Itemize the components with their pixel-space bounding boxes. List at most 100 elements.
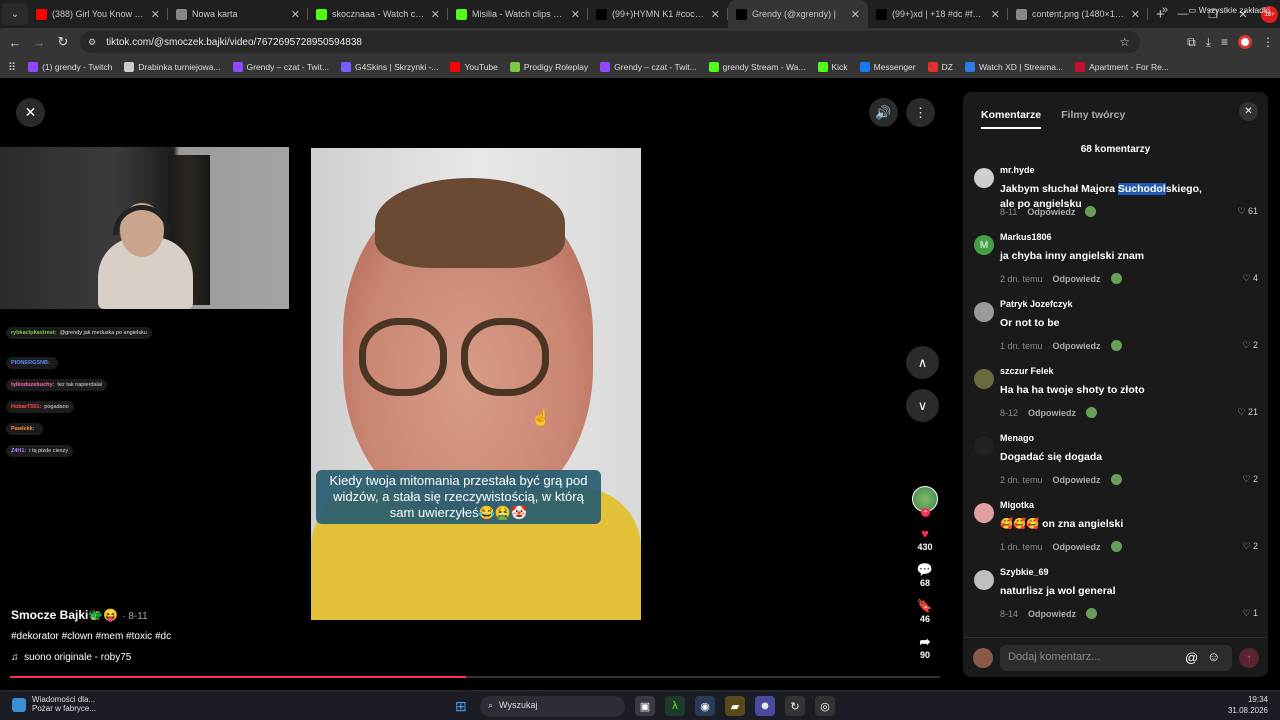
taskbar-search[interactable]: ⌕ Wyszukaj — [480, 696, 625, 717]
close-tab-icon[interactable]: ✕ — [991, 8, 1000, 21]
comment-action[interactable]: 💬 68 — [917, 562, 933, 588]
close-tab-icon[interactable]: ✕ — [291, 8, 300, 21]
commenter-name[interactable]: mr.hyde — [1000, 165, 1035, 175]
browser-tab[interactable]: (99+)HYMN K1 #cocorp #... ✕ — [588, 0, 728, 28]
extensions-icon[interactable]: ⧉ — [1187, 35, 1196, 50]
like-action[interactable]: ♥ 430 — [917, 526, 932, 552]
volume-button[interactable]: 🔊 — [869, 98, 898, 127]
browser-tab[interactable]: Misilia - Watch clips on Ki... ✕ — [448, 0, 588, 28]
comment-like[interactable]: ♡ 1 — [1242, 608, 1258, 619]
mention-icon[interactable]: @ — [1185, 650, 1198, 665]
commenter-name[interactable]: Patryk Jozefczyk — [1000, 299, 1073, 309]
comment-like[interactable]: ♡ 61 — [1237, 206, 1258, 217]
browser-tab[interactable]: skocznaaa - Watch clips o... ✕ — [308, 0, 448, 28]
tab-creator-videos[interactable]: Filmy twórcy — [1061, 109, 1125, 129]
heart-icon[interactable]: ♥ — [921, 526, 929, 542]
profile-avatar[interactable] — [1238, 35, 1252, 49]
reply-button[interactable]: Odpowiedz — [1028, 408, 1076, 418]
close-video-button[interactable]: ✕ — [16, 98, 45, 127]
commenter-avatar[interactable] — [974, 369, 994, 389]
download-icon[interactable]: ⤓ — [1206, 35, 1211, 50]
heart-outline-icon[interactable]: ♡ — [1237, 206, 1248, 216]
site-info-icon[interactable]: ⚙ — [88, 37, 96, 48]
heart-outline-icon[interactable]: ♡ — [1242, 273, 1253, 283]
more-options-button[interactable]: ⋮ — [906, 98, 935, 127]
comment-icon[interactable]: 💬 — [917, 562, 933, 578]
bookmark-item[interactable]: Watch XD | Streama... — [964, 62, 1063, 72]
tab-list-button[interactable]: ⌄ — [2, 3, 28, 25]
commenter-name[interactable]: szczur Felek — [1000, 366, 1054, 376]
close-tab-icon[interactable]: ✕ — [711, 8, 720, 21]
browser-tab[interactable]: content.png (1480×1063) ✕ — [1008, 0, 1148, 28]
tab-comments[interactable]: Komentarze — [981, 109, 1042, 129]
windows-start-icon[interactable]: ⊞ — [455, 698, 467, 715]
previous-video-button[interactable]: ∧ — [906, 346, 939, 379]
music-title[interactable]: suono originale - roby75 — [24, 652, 131, 663]
comment-like[interactable]: ♡ 21 — [1237, 407, 1258, 418]
hashtags[interactable]: #dekorator #clown #mem #toxic #dc — [11, 631, 611, 642]
bookmark-item[interactable]: Kick — [817, 62, 848, 72]
app-icon[interactable]: λ — [665, 696, 685, 716]
more-bookmarks-icon[interactable]: » — [1162, 4, 1168, 16]
bookmark-item[interactable]: DZ — [927, 62, 953, 72]
browser-tab[interactable]: Grendy (@xgrendy) | ✕ — [728, 0, 868, 28]
close-tab-icon[interactable]: ✕ — [151, 8, 160, 21]
commenter-name[interactable]: Migotka — [1000, 500, 1034, 510]
heart-outline-icon[interactable]: ♡ — [1242, 474, 1253, 484]
heart-outline-icon[interactable]: ♡ — [1237, 407, 1248, 417]
reply-button[interactable]: Odpowiedz — [1053, 542, 1101, 552]
commenter-name[interactable]: Szybkie_69 — [1000, 567, 1049, 577]
app-icon-3[interactable]: ◎ — [815, 696, 835, 716]
send-icon[interactable]: ↑ — [1239, 648, 1259, 668]
commenter-avatar[interactable] — [974, 570, 994, 590]
video-progress-bar[interactable] — [10, 676, 940, 678]
bookmark-item[interactable]: G4Skins | Skrzynki -... — [341, 62, 438, 72]
bookmark-item[interactable]: Grendy – czat - Twit... — [232, 62, 329, 72]
all-bookmarks-folder[interactable]: ▭ Wszystkie zakładki — [1188, 5, 1270, 16]
reply-button[interactable]: Odpowiedz — [1028, 609, 1076, 619]
commenter-avatar[interactable] — [974, 168, 994, 188]
bookmark-item[interactable]: (1) grendy - Twitch — [28, 62, 112, 72]
emoji-icon[interactable]: ☺ — [1207, 649, 1220, 664]
bookmark-item[interactable]: Messenger — [859, 62, 916, 72]
file-explorer-icon[interactable]: ▰ — [725, 696, 745, 716]
bookmark-item[interactable]: Grendy – czat - Twit... — [600, 62, 697, 72]
commenter-avatar[interactable]: M — [974, 235, 994, 255]
commenter-name[interactable]: Markus1806 — [1000, 232, 1052, 242]
commenter-name[interactable]: Menago — [1000, 433, 1034, 443]
share-icon[interactable]: ➦ — [920, 634, 931, 650]
share-action[interactable]: ➦ 90 — [920, 634, 931, 660]
chrome-icon[interactable]: ◉ — [695, 696, 715, 716]
browser-tab[interactable]: (388) Girl You Know Its Tr... ✕ — [28, 0, 168, 28]
reload-icon[interactable]: ↻ — [51, 34, 75, 50]
back-arrow-icon[interactable]: ← — [3, 35, 27, 50]
commenter-avatar[interactable] — [974, 302, 994, 322]
menu-icon[interactable]: ⋮ — [1262, 35, 1274, 49]
bookmark-item[interactable]: Drabinka turniejowa... — [124, 62, 221, 72]
bookmark-item[interactable]: Apartment - For Re... — [1075, 62, 1169, 72]
bookmark-item[interactable]: Prodigy Roleplay — [509, 62, 588, 72]
bookmark-item[interactable]: grendy Stream - Wa... — [708, 62, 806, 72]
close-tab-icon[interactable]: ✕ — [851, 8, 860, 21]
discord-icon[interactable]: ☻ — [755, 696, 775, 716]
forward-arrow-icon[interactable]: → — [27, 35, 51, 50]
reply-button[interactable]: Odpowiedz — [1027, 207, 1075, 217]
comment-like[interactable]: ♡ 4 — [1242, 273, 1258, 284]
address-bar[interactable]: ⚙ tiktok.com/@smoczek.bajki/video/767269… — [80, 31, 1140, 53]
close-tab-icon[interactable]: ✕ — [1131, 8, 1140, 21]
reply-button[interactable]: Odpowiedz — [1053, 274, 1101, 284]
close-tab-icon[interactable]: ✕ — [431, 8, 440, 21]
comment-like[interactable]: ♡ 2 — [1242, 340, 1258, 351]
save-action[interactable]: 🔖 46 — [917, 598, 933, 624]
follow-plus-icon[interactable]: + — [921, 508, 930, 517]
author-name[interactable]: Smocze Bajki🐲😝 — [11, 608, 118, 622]
video-player[interactable] — [311, 148, 641, 620]
system-clock[interactable]: 19:34 31.08.2026 — [1228, 694, 1268, 716]
bookmark-icon[interactable]: 🔖 — [917, 598, 933, 614]
media-control-icon[interactable]: ≡ — [1221, 35, 1228, 49]
heart-outline-icon[interactable]: ♡ — [1242, 541, 1253, 551]
browser-tab[interactable]: Nowa karta ✕ — [168, 0, 308, 28]
reply-button[interactable]: Odpowiedz — [1053, 341, 1101, 351]
news-widget[interactable]: Wiadomości dla... Pożar w fabryce... — [12, 695, 96, 713]
close-panel-icon[interactable]: ✕ — [1239, 102, 1258, 121]
